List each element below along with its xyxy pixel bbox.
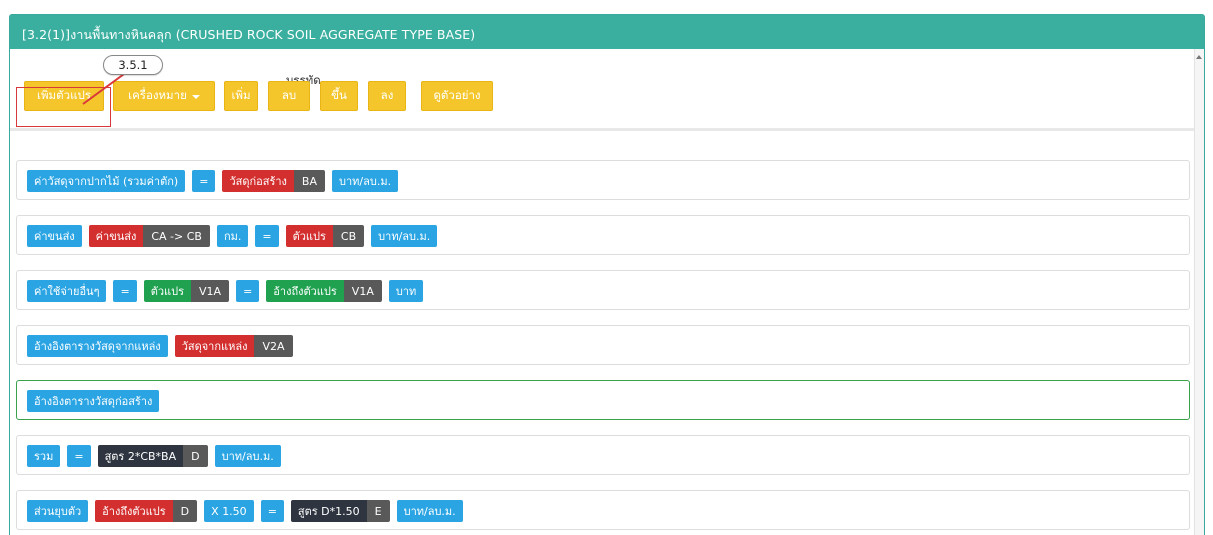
formula-row: ค่าขนส่ง ค่าขนส่ง CA -> CB กม. = ตัวแปร …	[16, 215, 1190, 255]
line-down-button[interactable]: ลง	[368, 81, 406, 111]
symbols-dropdown-button[interactable]: เครื่องหมาย	[113, 81, 215, 111]
formula-row: ค่าวัสดุจากปากไม้ (รวมค่าตัก) = วัสดุก่อ…	[16, 160, 1190, 200]
km-chip[interactable]: กม.	[216, 225, 249, 247]
equals-chip[interactable]: =	[67, 445, 91, 467]
chip-type: สูตร 2*CB*BA	[97, 445, 184, 467]
chip-type: อ้างถึงตัวแปร	[95, 500, 173, 522]
chip-code: BA	[293, 170, 325, 192]
line-up-button[interactable]: ขึ้น	[320, 81, 358, 111]
unit-chip[interactable]: บาท	[388, 280, 424, 302]
preview-label: ดูตัวอย่าง	[433, 88, 481, 102]
chip-code: D	[183, 445, 208, 467]
formula-chip[interactable]: สูตร D*1.50 E	[290, 500, 390, 522]
formula-row: ส่วนยุบตัว อ้างถึงตัวแปร D X 1.50 = สูตร…	[16, 490, 1190, 530]
line-up-label: ขึ้น	[331, 88, 347, 102]
unit-chip[interactable]: บาท/ลบ.ม.	[396, 500, 463, 522]
formula-row: รวม = สูตร 2*CB*BA D บาท/ลบ.ม.	[16, 435, 1190, 475]
transport-chip[interactable]: ค่าขนส่ง CA -> CB	[88, 225, 210, 247]
line-down-label: ลง	[380, 88, 394, 102]
callout-highlight-box	[16, 87, 111, 127]
chip-type: อ้างถึงตัวแปร	[266, 280, 344, 302]
unit-chip[interactable]: บาท/ลบ.ม.	[332, 170, 399, 192]
source-material-chip[interactable]: วัสดุจากแหล่ง V2A	[174, 335, 293, 357]
equals-chip[interactable]: =	[260, 500, 284, 522]
chip-type: ตัวแปร	[143, 280, 192, 302]
equals-chip[interactable]: =	[255, 225, 279, 247]
formula-row-selected: อ้างอิงตารางวัสดุก่อสร้าง	[16, 380, 1190, 420]
chip-type: วัสดุจากแหล่ง	[174, 335, 255, 357]
formula-row: ค่าใช้จ่ายอื่นๆ = ตัวแปร V1A = อ้างถึงตั…	[16, 270, 1190, 310]
chip-code: V1A	[343, 280, 382, 302]
unit-chip[interactable]: บาท/ลบ.ม.	[371, 225, 438, 247]
scroll-up-arrow-icon[interactable]	[1196, 55, 1202, 59]
chip-code: E	[366, 500, 390, 522]
row-label[interactable]: อ้างอิงตารางวัสดุจากแหล่ง	[27, 335, 168, 357]
line-delete-button[interactable]: ลบ	[268, 81, 310, 111]
chip-type: สูตร D*1.50	[290, 500, 367, 522]
reference-variable-chip[interactable]: อ้างถึงตัวแปร V1A	[266, 280, 382, 302]
formula-chip[interactable]: สูตร 2*CB*BA D	[97, 445, 208, 467]
caret-down-icon	[191, 94, 200, 99]
reference-variable-chip[interactable]: อ้างถึงตัวแปร D	[95, 500, 198, 522]
preview-button[interactable]: ดูตัวอย่าง	[421, 81, 493, 111]
chip-code: CA -> CB	[143, 225, 210, 247]
formula-row: อ้างอิงตารางวัสดุจากแหล่ง วัสดุจากแหล่ง …	[16, 325, 1190, 365]
chip-code: D	[172, 500, 198, 522]
chip-code: CB	[332, 225, 365, 247]
chip-code: V2A	[254, 335, 293, 357]
equals-chip[interactable]: =	[236, 280, 260, 302]
row-label[interactable]: ค่าใช้จ่ายอื่นๆ	[27, 280, 107, 302]
unit-chip[interactable]: บาท/ลบ.ม.	[214, 445, 281, 467]
variable-chip[interactable]: ตัวแปร CB	[285, 225, 365, 247]
row-label[interactable]: ค่าวัสดุจากปากไม้ (รวมค่าตัก)	[27, 170, 186, 192]
callout-label: 3.5.1	[103, 55, 163, 75]
equals-chip[interactable]: =	[113, 280, 137, 302]
line-delete-label: ลบ	[281, 88, 297, 102]
row-label[interactable]: ส่วนยุบตัว	[27, 500, 89, 522]
row-label[interactable]: ค่าขนส่ง	[27, 225, 82, 247]
chip-code: V1A	[191, 280, 230, 302]
row-label[interactable]: รวม	[27, 445, 61, 467]
row-label[interactable]: อ้างอิงตารางวัสดุก่อสร้าง	[27, 390, 160, 412]
multiplier-chip[interactable]: X 1.50	[204, 500, 254, 522]
equals-chip[interactable]: =	[192, 170, 216, 192]
symbols-label: เครื่องหมาย	[128, 88, 187, 102]
line-add-label: เพิ่ม	[231, 88, 251, 102]
line-add-button[interactable]: เพิ่ม	[224, 81, 258, 111]
chip-type: วัสดุก่อสร้าง	[222, 170, 294, 192]
chip-type: ค่าขนส่ง	[88, 225, 144, 247]
variable-chip[interactable]: ตัวแปร V1A	[143, 280, 230, 302]
panel-title: [3.2(1)]งานพื้นทางหินคลุก (CRUSHED ROCK …	[10, 15, 1204, 49]
material-chip[interactable]: วัสดุก่อสร้าง BA	[222, 170, 325, 192]
scrollbar[interactable]	[1194, 49, 1204, 535]
chip-type: ตัวแปร	[285, 225, 333, 247]
